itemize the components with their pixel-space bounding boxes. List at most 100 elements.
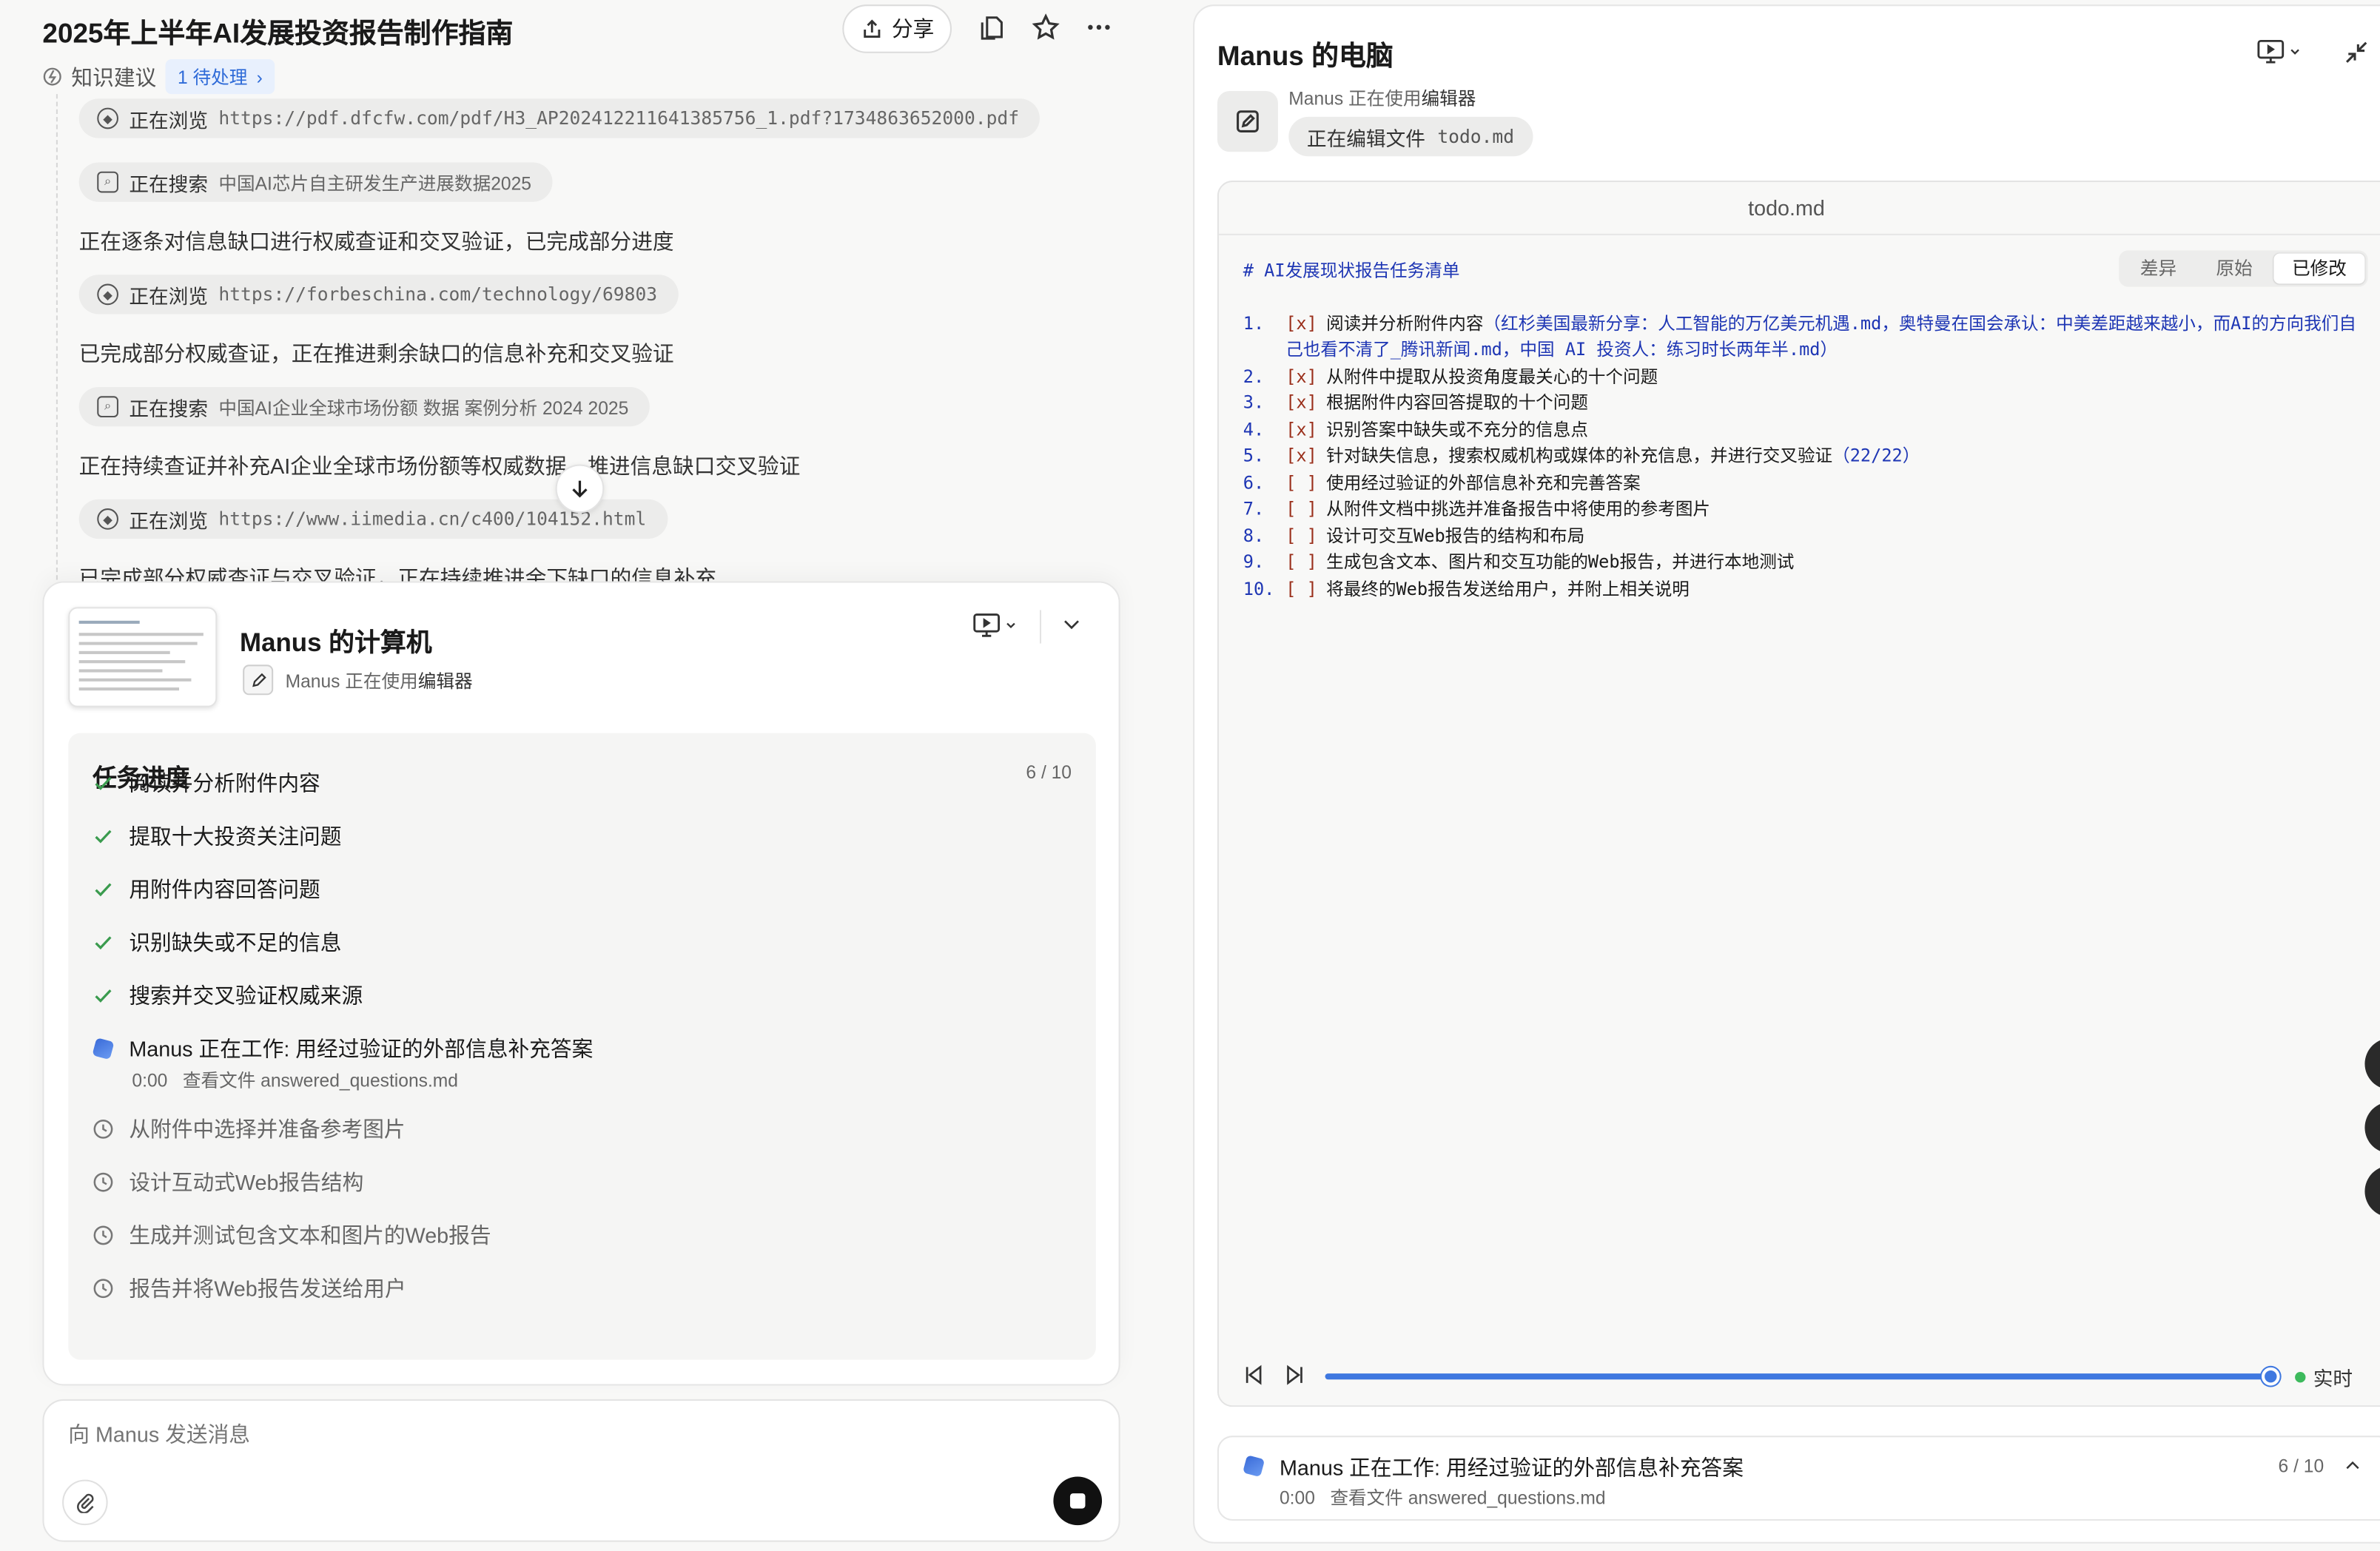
share-button[interactable]: 分享 xyxy=(842,4,952,53)
todo-line: 6. [ ] 使用经过验证的外部信息补充和完善答案 xyxy=(1243,470,2367,497)
task-progress: 任务进度 6 / 10 阅读并分析附件内容 提取十大投资关注问题 用附件内容回答问题… xyxy=(68,733,1096,1360)
attach-button[interactable] xyxy=(62,1479,108,1526)
task-item: 识别缺失或不足的信息 xyxy=(93,927,341,958)
compass-icon: ◆ xyxy=(97,508,118,530)
current-task-bar[interactable]: Manus 正在工作: 用经过验证的外部信息补充答案 0:00 查看文件 ans… xyxy=(1217,1436,2380,1521)
todo-text: 生成包含文本、图片和交互功能的Web报告，并进行本地测试 xyxy=(1326,551,1795,573)
clock-icon xyxy=(93,1171,114,1193)
file-editor: todo.md 差异 原始 已修改 # AI发展现状报告任务清单 1. [x] 阅读… xyxy=(1217,181,2380,1407)
todo-text: 根据附件内容回答提取的十个问题 xyxy=(1326,391,1588,413)
message-composer xyxy=(42,1399,1120,1542)
skip-forward-icon[interactable] xyxy=(1284,1365,1305,1393)
todo-checkbox: [ ] xyxy=(1285,497,1317,519)
editing-file-chip: 正在编辑文件 todo.md xyxy=(1288,116,1533,157)
chip-action: 正在搜索 xyxy=(129,172,209,195)
task-item: 设计互动式Web报告结构 xyxy=(93,1167,363,1197)
live-indicator[interactable]: 实时 xyxy=(2295,1363,2353,1392)
task-label: 生成并测试包含文本和图片的Web报告 xyxy=(129,1223,491,1248)
clock-icon xyxy=(93,1119,114,1140)
todo-number: 1. xyxy=(1243,312,1265,334)
search-icon: ⌕ xyxy=(97,396,118,417)
todo-checkbox: [ ] xyxy=(1285,577,1317,599)
todo-note: （22/22） xyxy=(1832,444,1920,466)
task-label: 搜索并交叉验证权威来源 xyxy=(129,983,363,1008)
task-label: 报告并将Web报告发送给用户 xyxy=(129,1276,406,1301)
divider xyxy=(1039,610,1041,644)
lightbulb-icon xyxy=(43,67,61,86)
task-label: 用附件内容回答问题 xyxy=(129,877,320,902)
knowledge-suggestion: 知识建议 1 待处理 › xyxy=(42,58,275,95)
share-icon xyxy=(863,18,880,38)
star-icon[interactable] xyxy=(1031,12,1061,42)
activity-chip[interactable]: ◆ 正在浏览 https://forbeschina.com/technolog… xyxy=(78,275,679,314)
computer-panel: Manus 的电脑 Manus 正在使用编辑器 正在编辑文件 todo.md t… xyxy=(1193,4,2380,1544)
task-label: 提取十大投资关注问题 xyxy=(129,824,342,849)
todo-text: 使用经过验证的外部信息补充和完善答案 xyxy=(1326,471,1641,493)
todo-text: 识别答案中缺失或不充分的信息点 xyxy=(1326,418,1588,440)
todo-line: 1. [x] 阅读并分析附件内容（红杉美国最新分享：人工智能的万亿美元机遇.md，奥… xyxy=(1243,310,2367,363)
activity-chip[interactable]: ⌕ 正在搜索 中国AI芯片自主研发生产进展数据2025 xyxy=(78,162,553,202)
panel-title: Manus 的电脑 xyxy=(1217,41,1394,72)
activity-chip[interactable]: ◆ 正在浏览 https://pdf.dfcfw.com/pdf/H3_AP20… xyxy=(78,98,1041,138)
message-input[interactable] xyxy=(68,1422,827,1447)
task-detail: 查看文件 answered_questions.md xyxy=(1330,1487,1606,1509)
check-icon xyxy=(93,773,114,794)
arrow-down-icon xyxy=(572,480,588,498)
status-text: 已完成部分权威查证与交叉验证，正在持续推进余下缺口的信息补充 xyxy=(78,565,717,582)
paperclip-icon xyxy=(77,1493,94,1513)
task-item: Manus 正在工作: 用经过验证的外部信息补充答案 xyxy=(92,1034,593,1064)
check-icon xyxy=(93,826,114,847)
computer-card-status: Manus 正在使用编辑器 xyxy=(243,665,473,696)
monitor-dropdown[interactable] xyxy=(2257,39,2301,64)
todo-line: 4. [x] 识别答案中缺失或不充分的信息点 xyxy=(1243,417,2367,443)
compass-icon: ◆ xyxy=(97,283,118,306)
todo-checkbox: [ ] xyxy=(1285,551,1317,573)
replay-timeline[interactable] xyxy=(1325,1373,2267,1380)
live-label: 实时 xyxy=(2313,1367,2353,1390)
task-label: 从附件中选择并准备参考图片 xyxy=(129,1117,406,1142)
task-item: 从附件中选择并准备参考图片 xyxy=(93,1114,406,1144)
todo-text: 从附件文档中挑选并准备报告中将使用的参考图片 xyxy=(1326,497,1711,519)
todo-checkbox: [x] xyxy=(1285,365,1317,386)
minimize-button[interactable] xyxy=(2344,39,2370,73)
status-text: 正在逐条对信息缺口进行权威查证和交叉验证，已完成部分进度 xyxy=(78,229,674,254)
knowledge-label: 知识建议 xyxy=(71,64,157,89)
manus-working-icon xyxy=(1243,1455,1265,1478)
status-text: 已完成部分权威查证，正在推进剩余缺口的信息补充和交叉验证 xyxy=(78,341,674,366)
stop-button[interactable] xyxy=(1053,1476,1103,1526)
chevron-down-icon xyxy=(2290,49,2299,55)
timeline-handle[interactable] xyxy=(2261,1367,2280,1386)
task-item: 提取十大投资关注问题 xyxy=(93,821,341,852)
skip-back-icon[interactable] xyxy=(1243,1365,1265,1393)
task-item: 生成并测试包含文本和图片的Web报告 xyxy=(93,1220,491,1251)
copy-icon[interactable] xyxy=(976,12,1006,42)
pending-label: 1 待处理 xyxy=(177,67,248,88)
todo-checkbox: [x] xyxy=(1285,418,1317,440)
collapse-button[interactable] xyxy=(1061,613,1083,642)
chip-action: 正在浏览 xyxy=(129,284,209,308)
pencil-icon xyxy=(1217,91,1278,152)
todo-number: 6. xyxy=(1243,471,1265,493)
screen-thumbnail[interactable] xyxy=(68,607,218,707)
progress-count: 6 / 10 xyxy=(1026,761,1072,784)
todo-checkbox: [x] xyxy=(1285,444,1317,466)
doc-heading: # AI发展现状报告任务清单 xyxy=(1243,259,1460,281)
chevron-up-icon[interactable] xyxy=(2344,1456,2362,1483)
chevron-down-icon xyxy=(1006,622,1015,629)
status-prefix: Manus 正在使用 xyxy=(1288,87,1422,110)
monitor-dropdown[interactable] xyxy=(973,613,1017,638)
more-icon[interactable] xyxy=(1083,12,1114,42)
todo-checkbox: [x] xyxy=(1285,312,1317,334)
clock-icon xyxy=(93,1225,114,1246)
chip-action: 正在浏览 xyxy=(129,108,209,132)
current-task-sub: 0:00 查看文件 answered_questions.md xyxy=(1280,1484,1606,1510)
todo-line: 2. [x] 从附件中提取从投资角度最关心的十个问题 xyxy=(1243,363,2367,390)
stop-icon xyxy=(1069,1493,1086,1509)
activity-chip[interactable]: ⌕ 正在搜索 中国AI企业全球市场份额 数据 案例分析 2024 2025 xyxy=(78,386,651,427)
chip-action: 正在浏览 xyxy=(129,509,209,532)
chip-action: 正在搜索 xyxy=(129,397,209,420)
scroll-to-bottom-button[interactable] xyxy=(555,464,605,514)
task-count: 6 / 10 xyxy=(2278,1455,2324,1477)
task-label: 阅读并分析附件内容 xyxy=(129,770,320,795)
pending-badge[interactable]: 1 待处理 › xyxy=(165,58,275,95)
